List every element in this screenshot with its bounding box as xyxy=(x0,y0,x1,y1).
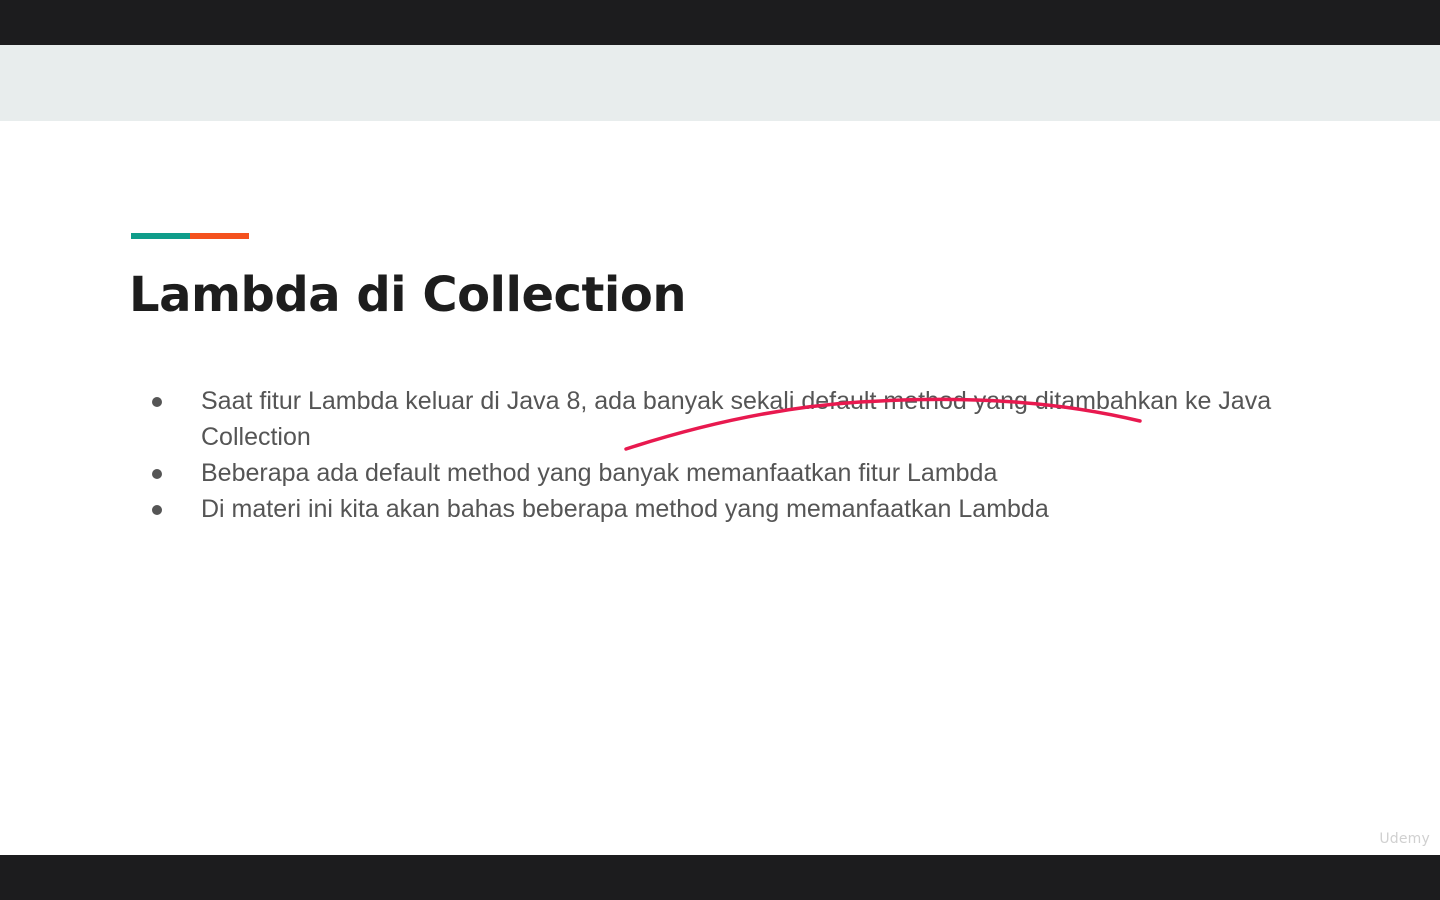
slide-title: Lambda di Collection xyxy=(129,267,687,323)
bullet-text-1: Saat fitur Lambda keluar di Java 8, ada … xyxy=(201,387,1272,451)
bullet-dot-icon xyxy=(152,469,162,479)
bullet-dot-icon xyxy=(152,505,162,515)
bullet-item-2: Beberapa ada default method yang banyak … xyxy=(150,455,1290,491)
bullet-item-1: Saat fitur Lambda keluar di Java 8, ada … xyxy=(150,383,1290,455)
accent-orange-segment xyxy=(190,233,249,239)
slide-header-band xyxy=(0,45,1440,121)
video-top-bar xyxy=(0,0,1440,45)
bullet-text-3: Di materi ini kita akan bahas beberapa m… xyxy=(201,495,1049,523)
bullet-dot-icon xyxy=(152,397,162,407)
bullet-list: Saat fitur Lambda keluar di Java 8, ada … xyxy=(150,383,1290,527)
bullet-text-2: Beberapa ada default method yang banyak … xyxy=(201,459,998,487)
title-accent-line xyxy=(131,233,249,239)
video-bottom-bar xyxy=(0,855,1440,900)
bullet-item-3: Di materi ini kita akan bahas beberapa m… xyxy=(150,491,1290,527)
udemy-watermark: Udemy xyxy=(1379,831,1430,847)
accent-teal-segment xyxy=(131,233,190,239)
presentation-slide: Lambda di Collection Saat fitur Lambda k… xyxy=(0,45,1440,855)
